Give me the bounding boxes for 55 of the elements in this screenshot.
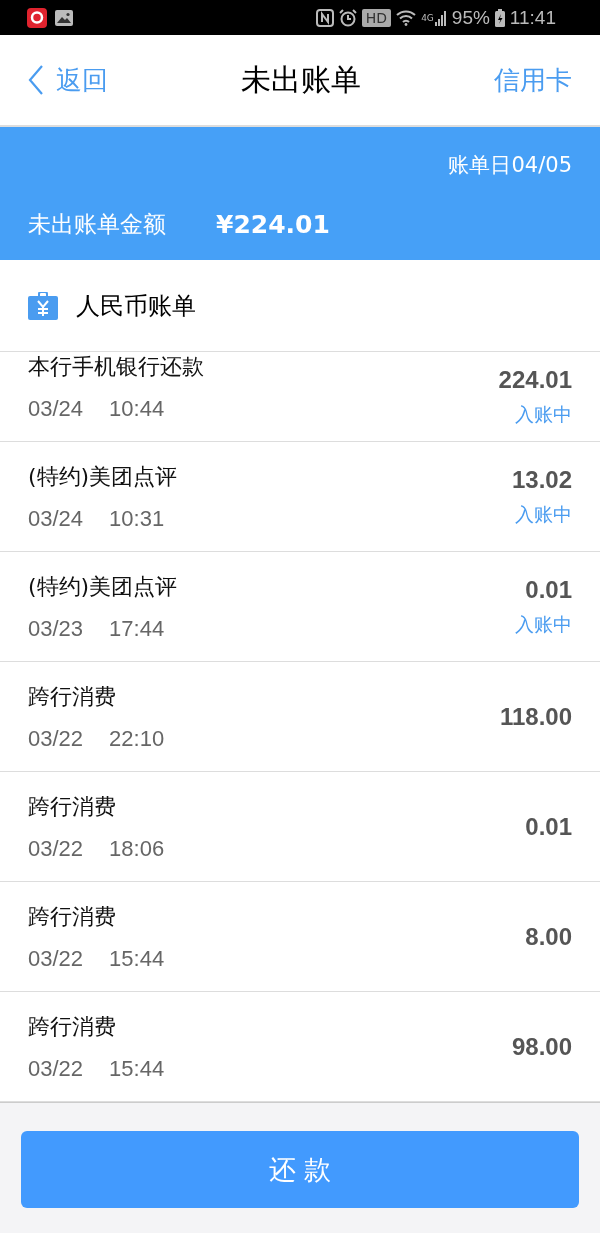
transaction-time: 10:31 [109, 505, 165, 532]
yuan-bag-icon [28, 291, 58, 320]
posting-status: 入账中 [515, 401, 572, 427]
merchant-name: (特约)美团点评 [28, 572, 178, 601]
transaction-amount: 98.00 [511, 1032, 572, 1061]
signal-icon [434, 9, 447, 26]
unbilled-amount: ¥224.01 [216, 210, 330, 239]
battery-percent: 95% [451, 6, 490, 29]
merchant-name: 跨行消费 [28, 1012, 117, 1041]
transaction-time: 18:06 [109, 835, 165, 862]
merchant-name: 跨行消费 [28, 902, 117, 931]
battery-icon [494, 8, 505, 27]
transaction-row[interactable]: 跨行消费 03/22 22:10 118.00 [0, 662, 600, 772]
clock: 11:41 [509, 6, 556, 29]
transaction-row[interactable]: 本行手机银行还款 03/24 10:44 224.01 入账中 [0, 352, 600, 442]
app-icon [27, 7, 47, 28]
page-title: 未出账单 [241, 60, 361, 99]
image-icon [55, 9, 73, 26]
transaction-date: 03/22 [28, 725, 84, 752]
hd-badge: HD [361, 8, 392, 27]
transaction-time: 15:44 [109, 1055, 165, 1082]
nfc-icon [315, 8, 334, 27]
transaction-row[interactable]: 跨行消费 03/22 18:06 0.01 [0, 772, 600, 882]
posting-status: 入账中 [515, 501, 572, 527]
transaction-amount: 8.00 [525, 922, 572, 951]
transaction-date: 03/23 [28, 615, 84, 642]
merchant-name: 跨行消费 [28, 792, 117, 821]
transaction-time: 15:44 [109, 945, 165, 972]
merchant-name: 跨行消费 [28, 682, 117, 711]
merchant-name: (特约)美团点评 [28, 462, 178, 491]
transaction-time: 10:44 [109, 396, 165, 422]
posting-status: 入账中 [515, 611, 572, 637]
unbilled-amount-label: 未出账单金额 [28, 210, 166, 239]
bill-date: 账单日04/05 [448, 152, 572, 179]
transaction-row[interactable]: (特约)美团点评 03/23 17:44 0.01 入账中 [0, 552, 600, 662]
transaction-time: 22:10 [109, 725, 165, 752]
transaction-amount: 224.01 [498, 365, 572, 394]
transaction-date: 03/22 [28, 945, 84, 972]
transaction-row[interactable]: (特约)美团点评 03/24 10:31 13.02 入账中 [0, 442, 600, 552]
transaction-date: 03/22 [28, 835, 84, 862]
transaction-time: 17:44 [109, 615, 165, 642]
transaction-amount: 118.00 [499, 702, 572, 731]
network-type: 4G [421, 12, 434, 23]
transaction-amount: 13.02 [511, 465, 572, 494]
merchant-name: 本行手机银行还款 [28, 353, 204, 381]
section-title: 人民币账单 [76, 290, 196, 322]
transaction-date: 03/24 [28, 505, 84, 532]
transaction-amount: 0.01 [525, 575, 572, 604]
alarm-icon [338, 8, 357, 27]
transaction-date: 03/24 [28, 396, 84, 422]
chevron-left-icon [28, 65, 44, 95]
transaction-date: 03/22 [28, 1055, 84, 1082]
transaction-amount: 0.01 [525, 812, 572, 841]
transaction-row[interactable]: 跨行消费 03/22 15:44 8.00 [0, 882, 600, 992]
wifi-icon [396, 9, 417, 26]
